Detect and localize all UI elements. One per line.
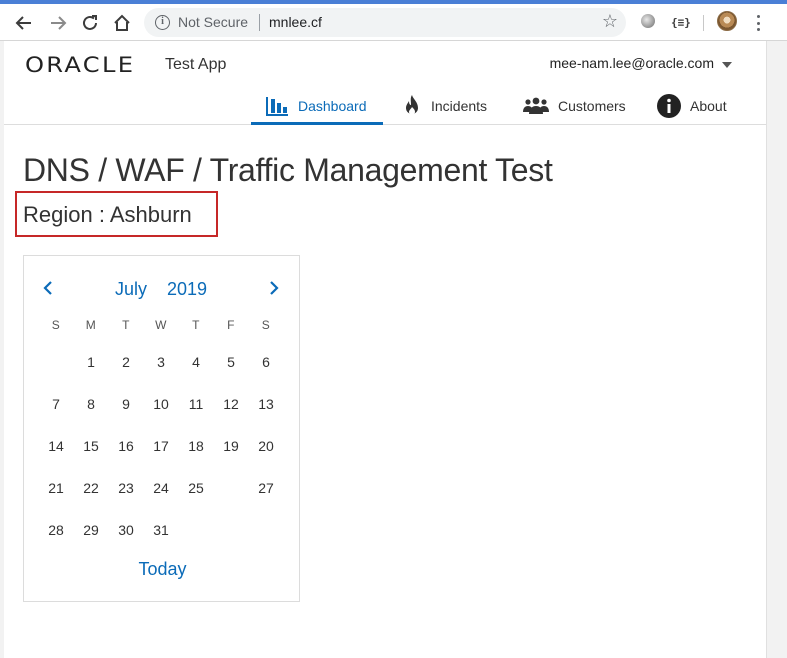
fire-icon: [402, 94, 422, 118]
calendar-day[interactable]: 22: [74, 471, 108, 505]
chevron-down-icon[interactable]: [722, 62, 732, 68]
calendar-day[interactable]: 16: [109, 429, 143, 463]
calendar-day[interactable]: 29: [74, 513, 108, 547]
page-title: DNS / WAF / Traffic Management Test: [23, 152, 553, 188]
weekday-label: S: [261, 318, 271, 332]
weekday-label: T: [122, 318, 130, 332]
calendar-day[interactable]: 5: [214, 345, 248, 379]
calendar-day[interactable]: 11: [179, 387, 213, 421]
json-viewer-icon[interactable]: {≡}: [671, 16, 691, 29]
reload-icon[interactable]: [77, 10, 103, 36]
calendar-day[interactable]: 3: [144, 345, 178, 379]
chevron-left-icon[interactable]: [38, 278, 58, 298]
profile-avatar[interactable]: [717, 11, 737, 31]
tab-label: Customers: [558, 98, 626, 114]
calendar-day-selected[interactable]: 26: [214, 471, 248, 505]
info-icon: [657, 94, 681, 118]
user-menu[interactable]: mee-nam.lee@oracle.com: [550, 55, 714, 71]
calendar-day[interactable]: 21: [39, 471, 73, 505]
calendar-year[interactable]: 2019: [167, 279, 207, 300]
tab-label: Incidents: [431, 98, 488, 114]
calendar-day[interactable]: 14: [39, 429, 73, 463]
weekday-label: T: [192, 318, 200, 332]
app-name: Test App: [165, 56, 227, 73]
calendar-day[interactable]: 28: [39, 513, 73, 547]
calendar-day[interactable]: 17: [144, 429, 178, 463]
forward-icon[interactable]: [45, 10, 71, 36]
calendar-day[interactable]: 2: [109, 345, 143, 379]
weekday-label: F: [227, 318, 235, 332]
today-button[interactable]: Today: [24, 559, 301, 580]
extension-icon[interactable]: [641, 14, 655, 28]
calendar-day[interactable]: 19: [214, 429, 248, 463]
calendar-day[interactable]: 24: [144, 471, 178, 505]
calendar-day[interactable]: 25: [179, 471, 213, 505]
date-picker: July 2019 SMTWTFS 1 2 3 4 5 6 7 8 9 10 11 12 13 14 15 1…: [23, 255, 300, 602]
tab-about[interactable]: About: [657, 89, 727, 123]
toolbar-divider: [703, 15, 704, 31]
address-bar[interactable]: i Not Secure mnlee.cf ☆: [144, 8, 626, 37]
tab-customers[interactable]: Customers: [523, 89, 626, 123]
calendar-day[interactable]: 7: [39, 387, 73, 421]
info-icon[interactable]: i: [155, 15, 170, 30]
oracle-logo[interactable]: ORACLE: [25, 53, 135, 77]
calendar-month[interactable]: July: [115, 279, 147, 300]
home-icon[interactable]: [109, 10, 135, 36]
tab-dashboard[interactable]: Dashboard: [251, 89, 382, 125]
weekday-label: W: [155, 318, 167, 332]
weekday-label: S: [51, 318, 61, 332]
calendar-day[interactable]: 27: [249, 471, 283, 505]
bar-chart-icon: [265, 95, 289, 117]
address-divider: [259, 14, 260, 31]
calendar-day[interactable]: 20: [249, 429, 283, 463]
calendar-day[interactable]: 31: [144, 513, 178, 547]
tab-label: About: [690, 98, 727, 114]
security-label: Not Secure: [178, 14, 249, 30]
people-icon: [523, 97, 549, 115]
weekday-label: M: [85, 318, 97, 332]
calendar-day[interactable]: 13: [249, 387, 283, 421]
calendar-day[interactable]: 30: [109, 513, 143, 547]
tab-incidents[interactable]: Incidents: [402, 89, 487, 123]
back-icon[interactable]: [11, 10, 37, 36]
calendar-day[interactable]: 15: [74, 429, 108, 463]
browser-toolbar: i Not Secure mnlee.cf ☆ {≡}: [0, 4, 787, 41]
calendar-day[interactable]: 6: [249, 345, 283, 379]
chevron-right-icon[interactable]: [264, 278, 284, 298]
calendar-day[interactable]: 4: [179, 345, 213, 379]
bookmark-star-icon[interactable]: ☆: [602, 11, 618, 32]
calendar-day[interactable]: 12: [214, 387, 248, 421]
app-header: ORACLE Test App mee-nam.lee@oracle.com D…: [4, 41, 766, 125]
calendar-day[interactable]: 18: [179, 429, 213, 463]
calendar-day[interactable]: 8: [74, 387, 108, 421]
calendar-day[interactable]: 23: [109, 471, 143, 505]
tab-label: Dashboard: [298, 98, 367, 114]
browser-menu-icon[interactable]: [750, 13, 766, 33]
region-label: Region : Ashburn: [23, 202, 192, 227]
url-text[interactable]: mnlee.cf: [269, 14, 322, 30]
scrollbar-track[interactable]: [766, 41, 787, 658]
calendar-day[interactable]: 10: [144, 387, 178, 421]
calendar-day[interactable]: 1: [74, 345, 108, 379]
calendar-day[interactable]: 9: [109, 387, 143, 421]
